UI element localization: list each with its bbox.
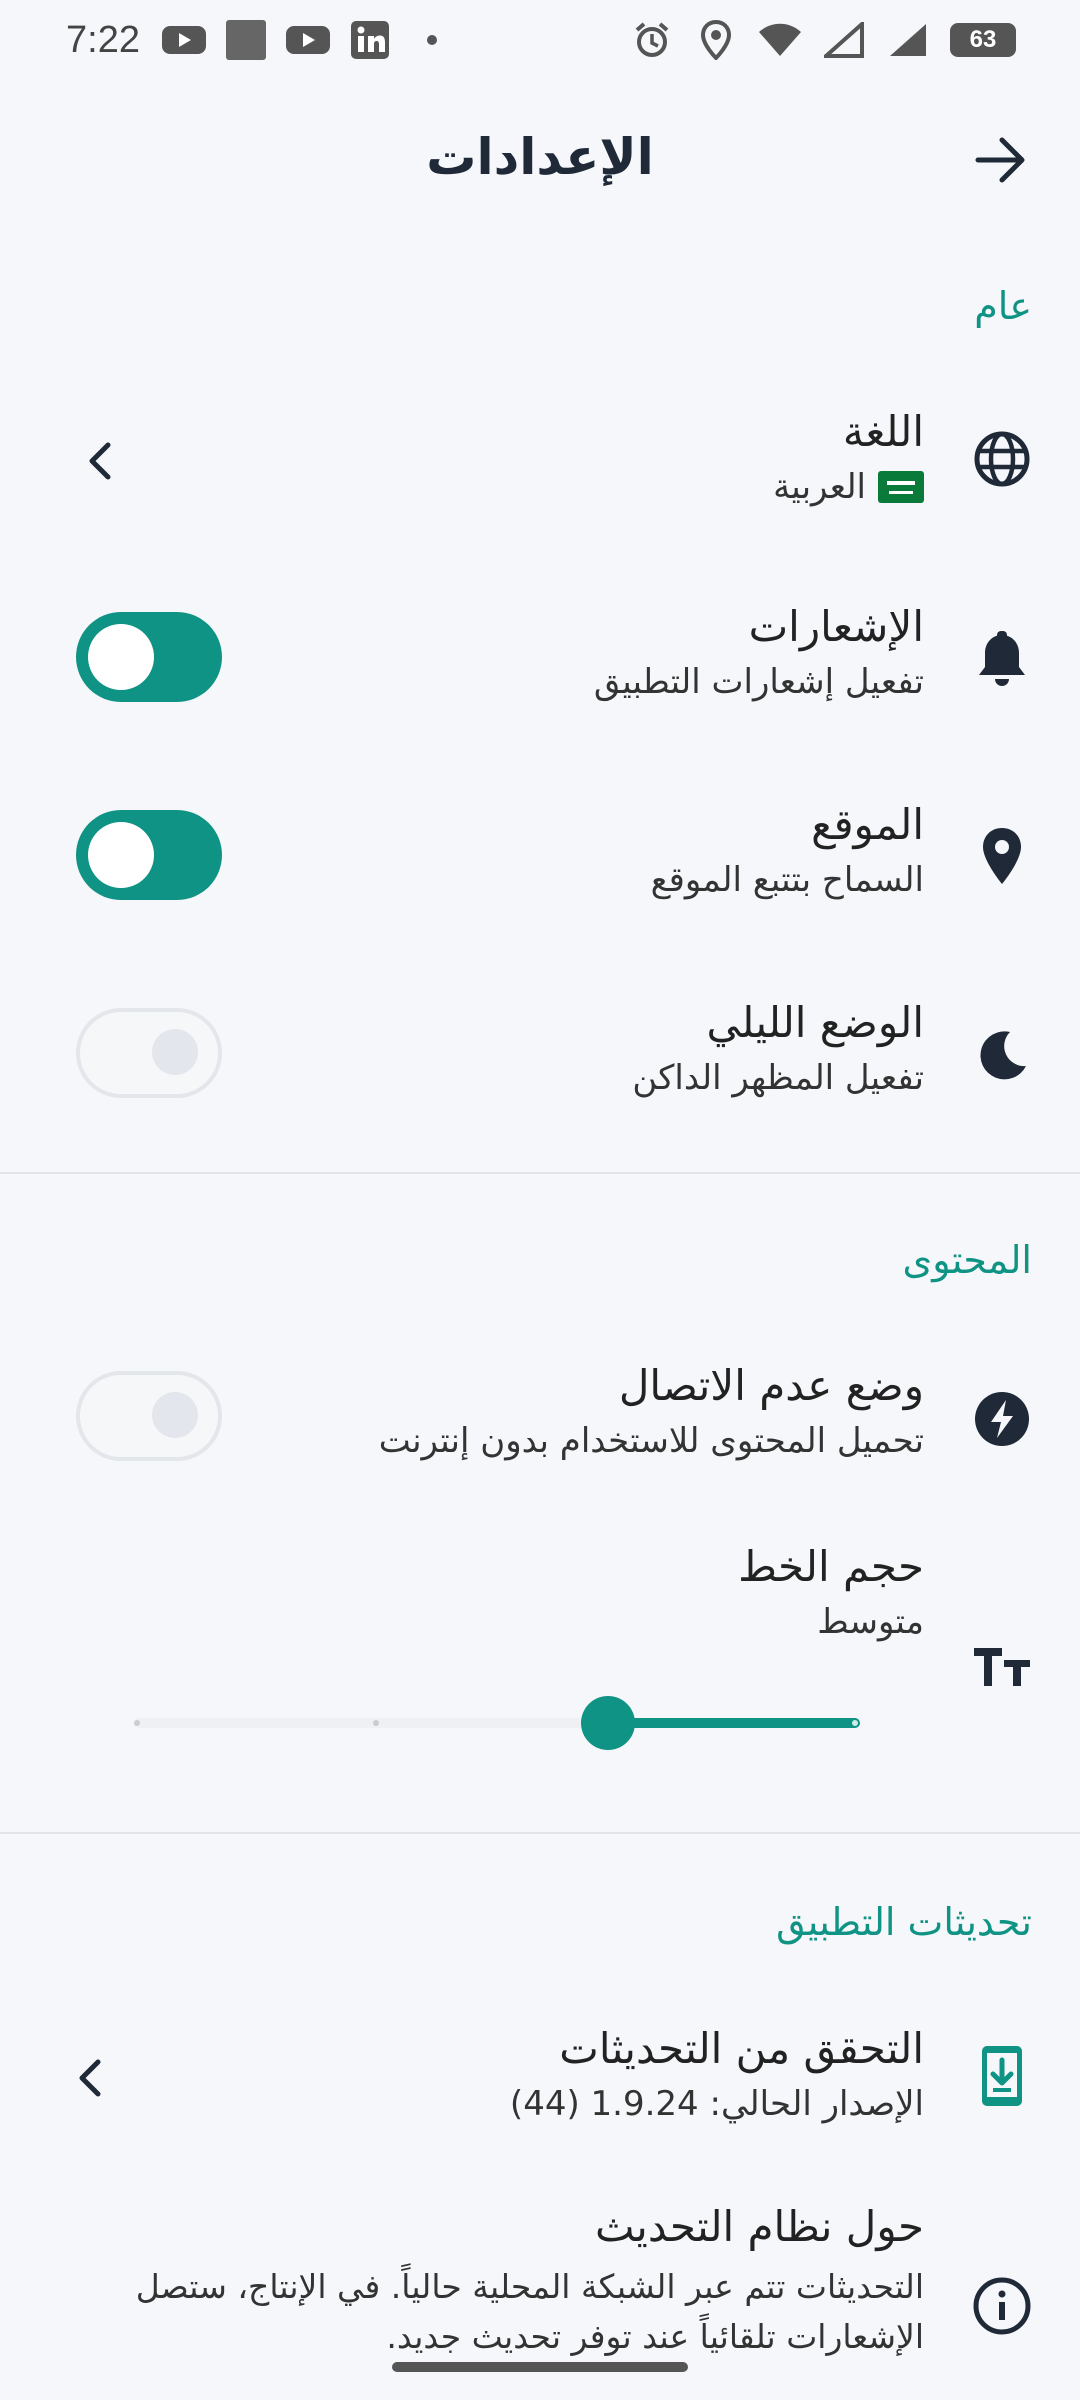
- check-updates-row[interactable]: التحقق من التحديثات الإصدار الحالي: 1.9.…: [0, 2012, 1080, 2142]
- about-updates-title: حول نظام التحديث: [594, 2202, 924, 2251]
- toggle-knob: [152, 1392, 198, 1438]
- chevron-left-icon[interactable]: [70, 2048, 110, 2108]
- back-button[interactable]: [968, 128, 1032, 192]
- section-title-updates: تحديثات التطبيق: [776, 1900, 1032, 1944]
- notifications-title: الإشعارات: [748, 602, 924, 651]
- toggle-knob: [88, 822, 154, 888]
- location-row: الموقع السماح بتتبع الموقع: [0, 788, 1080, 918]
- font-size-value: متوسط: [817, 1602, 924, 1642]
- location-title: الموقع: [811, 800, 924, 849]
- notifications-subtitle: تفعيل إشعارات التطبيق: [593, 662, 924, 702]
- status-time: 7:22: [66, 18, 140, 61]
- section-title-general: عام: [974, 284, 1032, 328]
- system-update-icon: [970, 2044, 1034, 2108]
- signal-icon: [886, 22, 930, 58]
- slider-fill: [608, 1718, 860, 1728]
- youtube-icon: [161, 22, 206, 58]
- divider: [0, 1832, 1080, 1834]
- status-bar: 7:22 63: [0, 0, 1080, 80]
- alarm-icon: [630, 22, 674, 58]
- language-value: العربية: [773, 467, 866, 507]
- divider: [0, 1172, 1080, 1174]
- signal-icon: [822, 22, 866, 58]
- chevron-left-icon[interactable]: [80, 431, 120, 491]
- check-updates-version: الإصدار الحالي: 1.9.24 (44): [509, 2084, 924, 2124]
- language-title: اللغة: [842, 407, 924, 456]
- location-subtitle: السماح بتتبع الموقع: [650, 860, 924, 900]
- toggle-knob: [88, 624, 154, 690]
- notifications-row: الإشعارات تفعيل إشعارات التطبيق: [0, 590, 1080, 720]
- offline-mode-row: وضع عدم الاتصال تحميل المحتوى للاستخدام …: [0, 1349, 1080, 1479]
- globe-icon: [970, 427, 1034, 491]
- dark-mode-row: الوضع الليلي تفعيل المظهر الداكن: [0, 986, 1080, 1116]
- page-title: الإعدادات: [426, 128, 654, 186]
- linkedin-icon: [348, 21, 392, 59]
- youtube-icon: [285, 22, 330, 58]
- offline-mode-subtitle: تحميل المحتوى للاستخدام بدون إنترنت: [378, 1421, 924, 1461]
- slider-thumb[interactable]: [581, 1696, 635, 1750]
- lightning-icon: [970, 1387, 1034, 1451]
- section-title-content: المحتوى: [902, 1238, 1032, 1282]
- slider-tick: [134, 1720, 140, 1726]
- moon-icon: [970, 1024, 1034, 1088]
- font-size-row: حجم الخط متوسط: [0, 1534, 1080, 1774]
- wifi-icon: [758, 22, 802, 58]
- location-pin-icon: [970, 824, 1034, 888]
- dark-mode-toggle[interactable]: [76, 1008, 222, 1098]
- saudi-flag-icon: [878, 471, 924, 503]
- bell-icon: [970, 628, 1034, 692]
- notifications-toggle[interactable]: [76, 612, 222, 702]
- dark-mode-subtitle: تفعيل المظهر الداكن: [632, 1058, 924, 1098]
- dark-mode-title: الوضع الليلي: [706, 998, 925, 1047]
- check-updates-title: التحقق من التحديثات: [559, 2024, 924, 2073]
- offline-mode-toggle[interactable]: [76, 1371, 222, 1461]
- info-icon: [970, 2274, 1034, 2338]
- offline-mode-title: وضع عدم الاتصال: [618, 1361, 924, 1410]
- location-toggle[interactable]: [76, 810, 222, 900]
- battery-indicator: 63: [950, 23, 1016, 57]
- slider-tick: [373, 1720, 379, 1726]
- dot-icon: [410, 22, 454, 58]
- app-bar: الإعدادات: [0, 100, 1080, 225]
- home-indicator[interactable]: [392, 2362, 688, 2372]
- toggle-knob: [152, 1029, 198, 1075]
- arrow-right-icon: [975, 137, 1025, 183]
- language-row[interactable]: اللغة العربية: [0, 395, 1080, 525]
- location-icon: [694, 20, 738, 60]
- app-square-icon: [224, 20, 268, 60]
- about-updates-text: التحديثات تتم عبر الشبكة المحلية حالياً.…: [135, 2267, 924, 2356]
- font-size-title: حجم الخط: [738, 1542, 924, 1591]
- slider-tick: [852, 1720, 858, 1726]
- text-size-icon: [970, 1634, 1034, 1698]
